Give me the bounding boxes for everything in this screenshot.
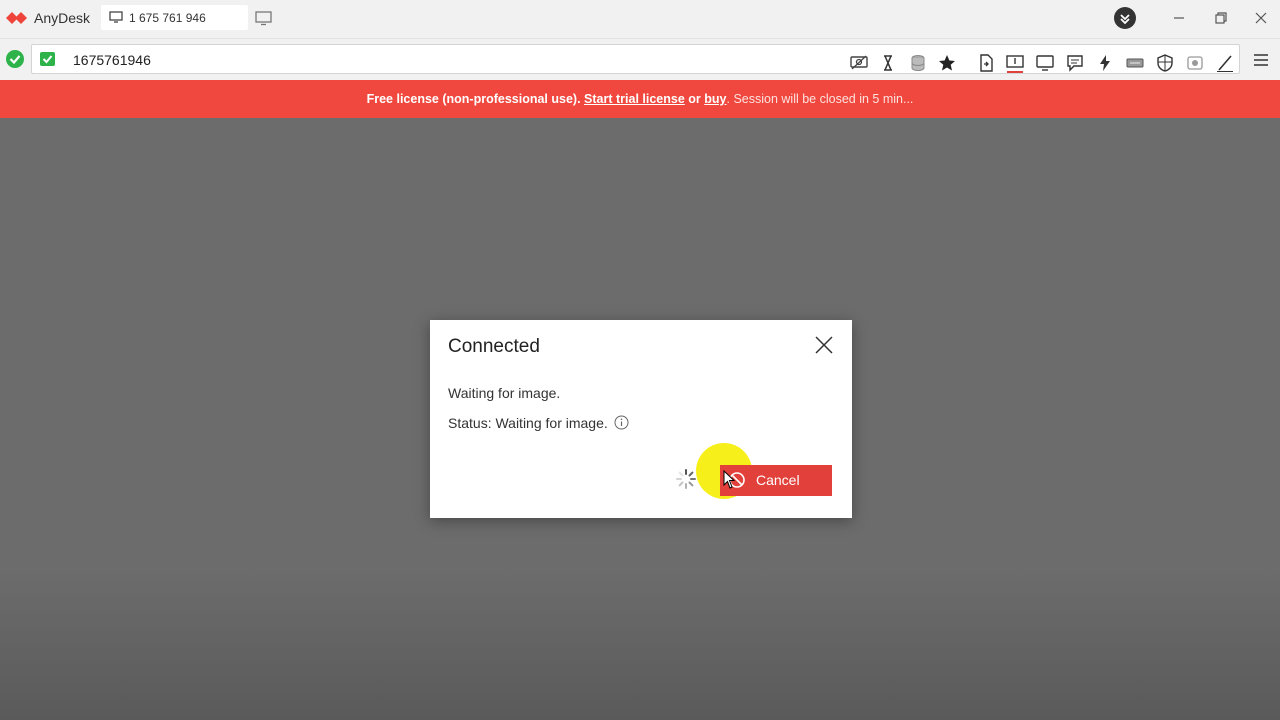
display-settings-icon[interactable]	[849, 53, 869, 73]
app-name: AnyDesk	[34, 10, 91, 26]
lightning-icon[interactable]	[1095, 53, 1115, 73]
address-input[interactable]: 1675761946	[31, 44, 1240, 74]
session-timeout-text: . Session will be closed in 5 min...	[726, 92, 914, 106]
buy-link[interactable]: buy	[704, 92, 726, 106]
tab-label: 1 675 761 946	[129, 11, 206, 25]
start-trial-link[interactable]: Start trial license	[584, 92, 685, 106]
close-icon[interactable]	[813, 334, 835, 356]
dialog-message: Waiting for image.	[448, 385, 561, 401]
minimize-icon[interactable]	[1167, 7, 1191, 29]
address-value: 1675761946	[73, 52, 151, 68]
hourglass-icon[interactable]	[878, 53, 898, 73]
dialog-title: Connected	[448, 336, 540, 357]
hamburger-menu-icon[interactable]	[1251, 50, 1271, 70]
star-icon[interactable]	[937, 53, 957, 73]
info-icon[interactable]	[614, 415, 629, 430]
close-icon[interactable]	[1249, 7, 1273, 29]
restore-icon[interactable]	[1208, 7, 1232, 29]
status-row: Status: Waiting for image.	[448, 415, 629, 433]
verified-icon	[40, 52, 55, 66]
session-tab[interactable]: 1 675 761 946	[101, 5, 248, 30]
mouse-cursor-icon	[723, 470, 735, 489]
connected-check-icon	[6, 50, 24, 68]
title-bar: AnyDesk 1 675 761 946	[0, 0, 1280, 38]
new-tab-icon[interactable]	[255, 11, 272, 26]
spinner-icon	[676, 469, 696, 489]
record-icon[interactable]	[1185, 53, 1205, 73]
address-row: 1675761946	[0, 38, 1280, 80]
cancel-button[interactable]: Cancel	[720, 465, 832, 496]
anydesk-logo-icon	[6, 12, 27, 24]
banner-license-text: Free license (non-professional use).	[366, 92, 581, 106]
file-transfer-icon[interactable]	[976, 53, 996, 73]
pen-icon[interactable]	[1215, 53, 1235, 73]
monitor-icon	[109, 11, 123, 23]
cancel-label: Cancel	[756, 472, 800, 488]
download-icon[interactable]	[1114, 7, 1136, 29]
connection-dialog: Connected Waiting for image. Status: Wai…	[430, 320, 852, 518]
banner-or-text: or	[688, 92, 701, 106]
keyboard-icon[interactable]	[1125, 53, 1145, 73]
monitor-switch-icon[interactable]	[1005, 53, 1025, 73]
shield-icon[interactable]	[1155, 53, 1175, 73]
database-icon[interactable]	[908, 53, 928, 73]
message-icon[interactable]	[1065, 53, 1085, 73]
status-text: Status: Waiting for image.	[448, 415, 608, 431]
chat-icon[interactable]	[1035, 53, 1055, 73]
license-banner: Free license (non-professional use). Sta…	[0, 80, 1280, 118]
